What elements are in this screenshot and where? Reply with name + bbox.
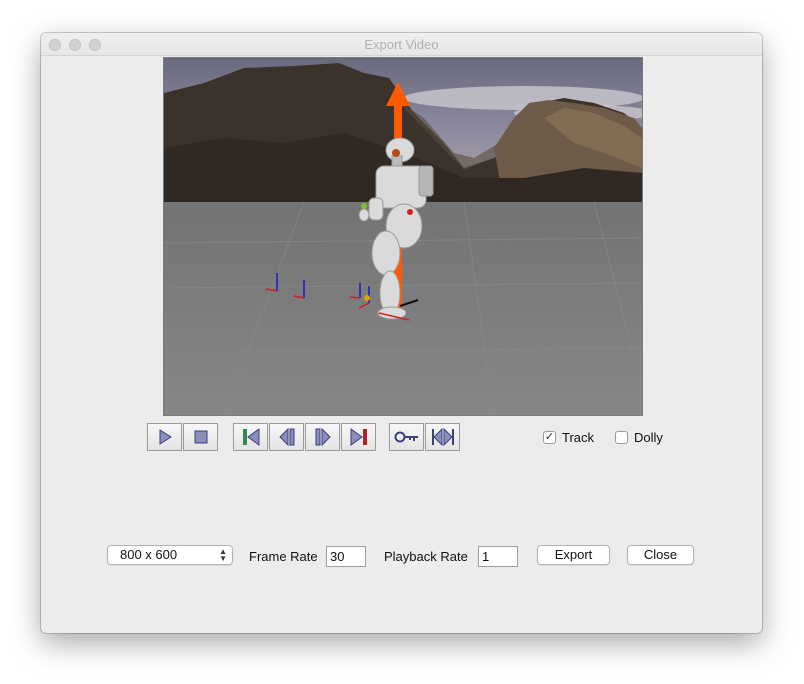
range-button[interactable] — [425, 423, 460, 451]
resolution-value: 800 x 600 — [120, 547, 178, 562]
first-frame-button[interactable] — [233, 423, 268, 451]
resolution-select[interactable]: 800 x 600 ▲ ▼ — [107, 545, 233, 565]
scene-render — [164, 58, 642, 415]
dolly-checkbox[interactable]: Dolly — [615, 430, 663, 445]
3d-viewport[interactable] — [163, 57, 643, 416]
first-frame-icon — [242, 428, 259, 446]
title-bar: Export Video — [41, 33, 762, 56]
last-frame-button[interactable] — [341, 423, 376, 451]
stop-button[interactable] — [183, 423, 218, 451]
playback-rate-label: Playback Rate — [384, 549, 468, 564]
step-back-icon — [278, 428, 294, 446]
export-button[interactable]: Export — [537, 545, 610, 565]
chevron-up-down-icon: ▲ ▼ — [219, 547, 227, 563]
frame-rate-label: Frame Rate — [249, 549, 318, 564]
keyframe-button[interactable] — [389, 423, 424, 451]
range-icon — [431, 428, 454, 446]
close-button[interactable]: Close — [627, 545, 694, 565]
playback-rate-field[interactable]: 1 — [478, 546, 518, 567]
play-button[interactable] — [147, 423, 182, 451]
track-label: Track — [562, 430, 595, 445]
dolly-label: Dolly — [634, 430, 663, 445]
last-frame-icon — [350, 428, 367, 446]
export-video-window: Export Video ✓ Track Dolly 800 x 600 ▲ ▼… — [41, 33, 762, 633]
frame-rate-field[interactable]: 30 — [326, 546, 366, 567]
checkbox-box[interactable] — [615, 431, 628, 444]
track-checkbox[interactable]: ✓ Track — [543, 430, 594, 445]
stop-icon — [194, 430, 207, 444]
step-forward-icon — [315, 428, 331, 446]
key-icon — [394, 431, 418, 443]
window-title: Export Video — [364, 37, 439, 52]
checkbox-box[interactable]: ✓ — [543, 431, 556, 444]
step-forward-button[interactable] — [305, 423, 340, 451]
step-back-button[interactable] — [269, 423, 304, 451]
play-icon — [159, 429, 172, 445]
